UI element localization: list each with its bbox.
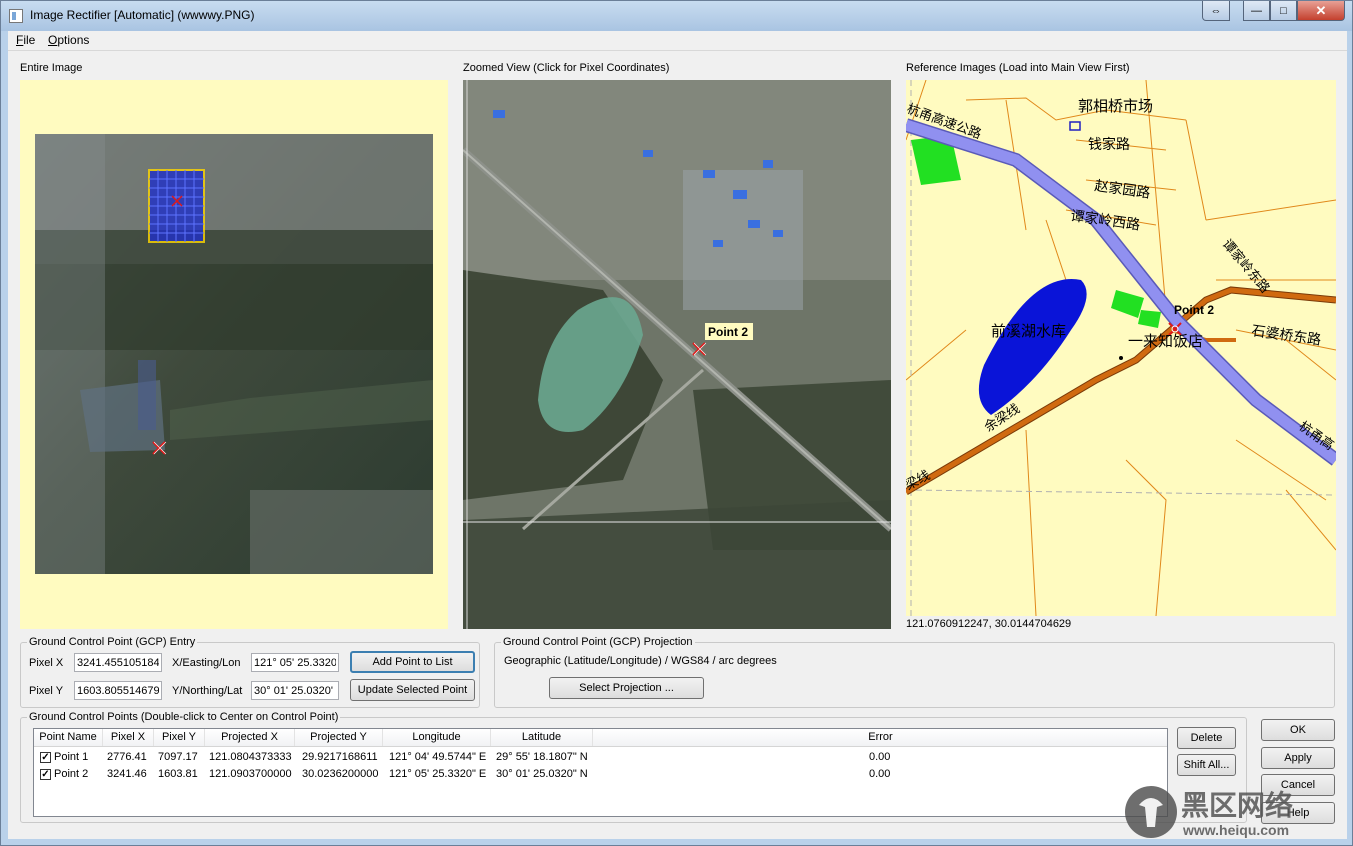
reference-images-label: Reference Images (Load into Main View Fi… (906, 62, 1130, 74)
entire-image-view[interactable] (20, 80, 448, 629)
cell-projected-y: 30.0236200000 (302, 768, 379, 780)
gcp-entry-group-label: Ground Control Point (GCP) Entry (27, 636, 198, 649)
watermark: 黑区网络 www.heiqu.com (1119, 783, 1344, 841)
cell-pixel-x: 2776.41 (107, 751, 147, 763)
reference-coordinates: 121.0760912247, 30.0144704629 (906, 618, 1072, 630)
gcp-list-group-label: Ground Control Points (Double-click to C… (27, 711, 341, 724)
map-label-tanjia-east: 谭家岭东路 (1219, 236, 1273, 296)
map-roads (906, 80, 1336, 616)
cell-pixel-y: 7097.17 (158, 751, 198, 763)
table-row[interactable]: ✓ Point 2 3241.46 1603.81 121.0903700000… (34, 766, 1167, 783)
cell-projected-x: 121.0903700000 (209, 768, 292, 780)
close-button[interactable]: ✕ (1297, 1, 1345, 21)
cell-projected-x: 121.0804373333 (209, 751, 292, 763)
cell-error: 0.00 (869, 751, 891, 763)
app-window: Image Rectifier [Automatic] (wwwwy.PNG) … (0, 0, 1353, 846)
cell-latitude: 29° 55' 18.1807" N (496, 751, 588, 763)
column-header[interactable]: Pixel Y (154, 729, 205, 746)
cell-error: 0.00 (869, 768, 891, 780)
easting-label: X/Easting/Lon (172, 657, 241, 669)
cell-latitude: 30° 01' 25.0320" N (496, 768, 588, 780)
column-header[interactable]: Error (593, 729, 1167, 746)
client-area: File Options Entire Image Zoomed View (C… (8, 31, 1347, 839)
table-row[interactable]: ✓ Point 1 2776.41 7097.17 121.0804373333… (34, 749, 1167, 766)
map-label-reservoir: 前溪湖水库 (991, 322, 1066, 340)
zoomed-satellite (463, 80, 891, 629)
easting-field[interactable] (251, 653, 339, 672)
northing-label: Y/Northing/Lat (172, 685, 243, 697)
projection-text: Geographic (Latitude/Longitude) / WGS84 … (504, 655, 777, 667)
cell-longitude: 121° 04' 49.5744" E (389, 751, 487, 763)
map-gridline (906, 489, 1336, 496)
reference-map-canvas: 郭相桥市场 钱家路 赵家园路 谭家岭西路 杭甬高速公路 杭甬高 谭家岭东路 石婆… (906, 80, 1336, 616)
map-label-shipo: 石婆桥东路 (1250, 323, 1322, 349)
app-icon (9, 9, 23, 23)
watermark-brand: 黑区网络 (1181, 789, 1293, 822)
gcp-projection-group-label: Ground Control Point (GCP) Projection (501, 636, 695, 649)
reference-map-view[interactable]: 郭相桥市场 钱家路 赵家园路 谭家岭西路 杭甬高速公路 杭甬高 谭家岭东路 石婆… (906, 80, 1336, 616)
add-point-button[interactable]: Add Point to List (350, 651, 475, 673)
shift-all-button[interactable]: Shift All... (1177, 754, 1236, 776)
column-header[interactable]: Latitude (491, 729, 593, 746)
delete-button[interactable]: Delete (1177, 727, 1236, 749)
cell-pixel-y: 1603.81 (158, 768, 198, 780)
orange-highway (906, 286, 1336, 496)
pixel-y-field[interactable] (74, 681, 162, 700)
column-header[interactable]: Projected Y (295, 729, 383, 746)
pixel-x-field[interactable] (74, 653, 162, 672)
update-point-button[interactable]: Update Selected Point (350, 679, 475, 701)
entire-image-canvas (35, 134, 433, 574)
restaurant-poi-icon (1119, 356, 1123, 360)
cell-point-name: Point 2 (54, 768, 89, 780)
entire-image-label: Entire Image (20, 62, 83, 74)
maximize-button[interactable]: □ (1270, 1, 1297, 21)
watermark-graphic: 黑区网络 www.heiqu.com (1125, 786, 1293, 838)
ref-marker-label: Point 2 (1174, 303, 1214, 317)
table-header: Point Name Pixel X Pixel Y Projected X P… (34, 729, 1167, 747)
zoom-marker-label: Point 2 (708, 325, 748, 339)
zoom-region-grid[interactable] (148, 169, 205, 243)
column-header[interactable]: Projected X (205, 729, 295, 746)
apply-button[interactable]: Apply (1261, 747, 1335, 769)
map-label-qianjia: 钱家路 (1088, 136, 1130, 153)
satellite-image (35, 134, 433, 574)
row-checkbox[interactable]: ✓ (40, 752, 51, 763)
select-projection-button[interactable]: Select Projection ... (549, 677, 704, 699)
restore-button[interactable]: ⇔ (1202, 1, 1230, 21)
pixel-y-label: Pixel Y (29, 685, 64, 697)
zoomed-view-label: Zoomed View (Click for Pixel Coordinates… (463, 62, 670, 74)
market-poi-icon (1069, 121, 1081, 131)
zoomed-view-canvas: Point 2 (463, 80, 891, 629)
pixel-x-label: Pixel X (29, 657, 64, 669)
column-header[interactable]: Pixel X (103, 729, 154, 746)
map-label-zhaojia: 赵家园路 (1093, 177, 1151, 202)
cell-longitude: 121° 05' 25.3320" E (389, 768, 487, 780)
ok-button[interactable]: OK (1261, 719, 1335, 741)
cell-pixel-x: 3241.46 (107, 768, 147, 780)
map-label-restaurant: 一来知饭店 (1128, 332, 1203, 350)
northing-field[interactable] (251, 681, 339, 700)
map-label-market: 郭相桥市场 (1078, 97, 1153, 115)
window-title: Image Rectifier [Automatic] (wwwwy.PNG) (30, 8, 255, 22)
watermark-url: www.heiqu.com (1182, 822, 1289, 838)
minimize-button[interactable]: — (1243, 1, 1270, 21)
menu-options[interactable]: Options (48, 33, 89, 47)
title-bar[interactable]: Image Rectifier [Automatic] (wwwwy.PNG) … (1, 1, 1352, 31)
gcp-table[interactable]: Point Name Pixel X Pixel Y Projected X P… (33, 728, 1168, 817)
column-header[interactable]: Point Name (34, 729, 103, 746)
column-header[interactable]: Longitude (383, 729, 491, 746)
zoomed-view[interactable]: Point 2 (463, 80, 891, 629)
cell-point-name: Point 1 (54, 751, 89, 763)
row-checkbox[interactable]: ✓ (40, 769, 51, 780)
menu-bar: File Options (8, 31, 1347, 51)
cell-projected-y: 29.9217168611 (302, 751, 378, 763)
menu-file[interactable]: File (16, 33, 35, 47)
